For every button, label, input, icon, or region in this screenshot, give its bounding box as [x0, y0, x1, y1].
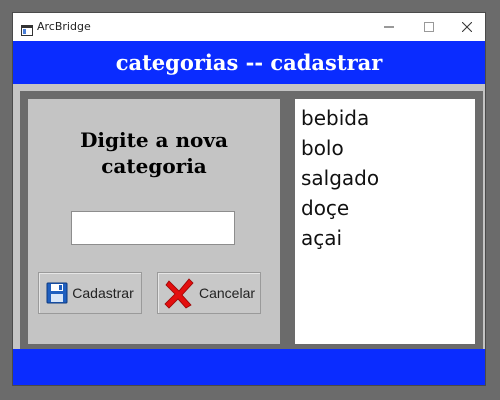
form-prompt: Digite a nova categoria	[80, 128, 228, 178]
window-title: ArcBridge	[37, 20, 91, 33]
list-item[interactable]: doçe	[301, 193, 475, 223]
form-panel: Digite a nova categoria Cadastrar Cancel…	[20, 91, 288, 352]
category-input[interactable]	[71, 211, 235, 245]
cancel-button-label: Cancelar	[198, 285, 256, 301]
category-list-panel: bebida bolo salgado doçe açai	[287, 91, 483, 352]
app-icon	[21, 21, 33, 36]
red-x-icon	[163, 277, 195, 309]
minimize-button[interactable]	[369, 13, 409, 41]
save-button[interactable]: Cadastrar	[38, 272, 142, 314]
list-item[interactable]: açai	[301, 223, 475, 253]
footer-bar	[13, 349, 485, 385]
title-bar: ArcBridge	[13, 13, 485, 41]
cancel-button[interactable]: Cancelar	[157, 272, 261, 314]
floppy-disk-icon	[46, 282, 68, 304]
maximize-button[interactable]	[409, 13, 449, 41]
save-button-label: Cadastrar	[72, 285, 134, 301]
page-header: categorias -- cadastrar	[13, 41, 485, 84]
page-title: categorias -- cadastrar	[115, 50, 383, 75]
close-button[interactable]	[447, 13, 487, 41]
close-icon	[462, 22, 472, 32]
list-item[interactable]: bebida	[301, 103, 475, 133]
category-list[interactable]: bebida bolo salgado doçe açai	[295, 99, 475, 253]
list-item[interactable]: salgado	[301, 163, 475, 193]
list-item[interactable]: bolo	[301, 133, 475, 163]
app-window: ArcBridge categorias -- cadastrar Digite…	[12, 12, 486, 386]
